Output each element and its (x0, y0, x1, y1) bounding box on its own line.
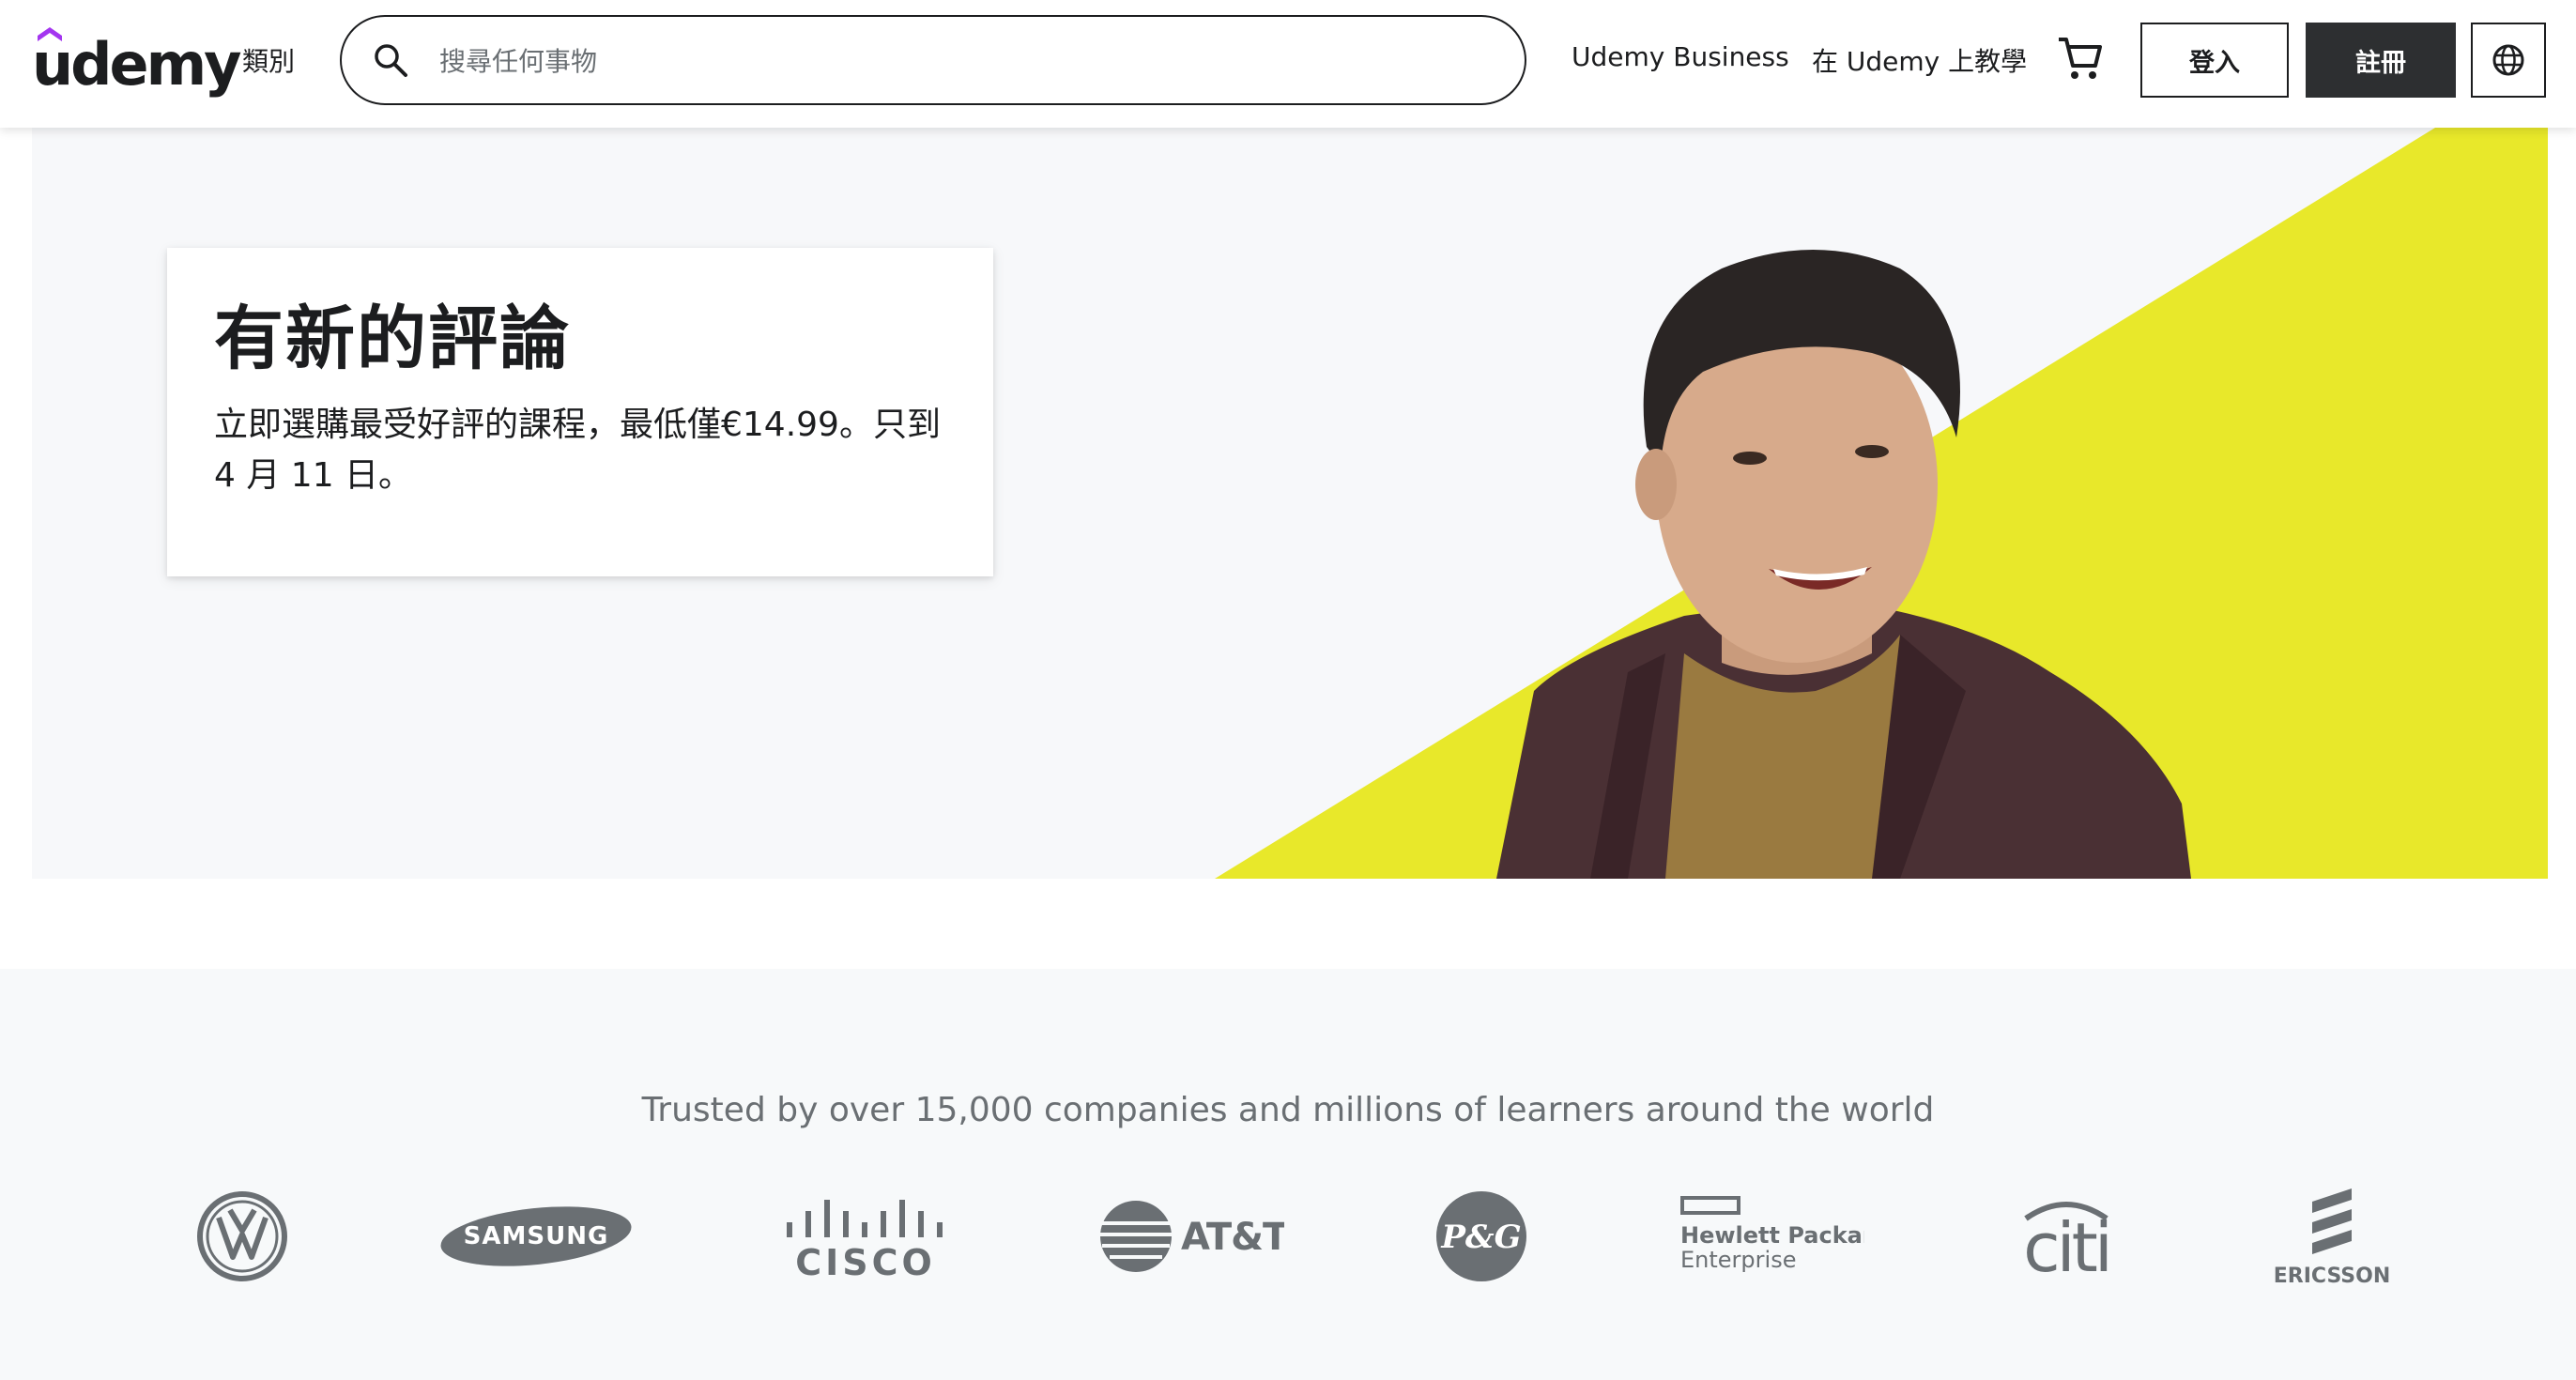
top-nav: udemy 類別 Udemy Business 在 Udemy 上教學 登入 註… (0, 0, 2576, 128)
att-logo: AT&T (1095, 1175, 1286, 1297)
volkswagen-logo (186, 1175, 299, 1297)
search-input[interactable] (439, 38, 1472, 84)
promo-text: 立即選購最受好評的課程，最低僅€14.99。只到 4 月 11 日。 (214, 406, 941, 495)
categories-menu[interactable]: 類別 (242, 41, 295, 79)
svg-text:citi: citi (2023, 1208, 2109, 1279)
udemy-logo[interactable]: udemy (32, 24, 242, 100)
signup-button[interactable]: 註冊 (2306, 23, 2456, 98)
udemy-business-link[interactable]: Udemy Business (1572, 41, 1789, 72)
cisco-logo: CISCO (779, 1175, 952, 1297)
pg-logo: P&G (1433, 1175, 1530, 1297)
trusted-title: Trusted by over 15,000 companies and mil… (641, 1091, 1935, 1129)
login-button[interactable]: 登入 (2140, 23, 2289, 98)
svg-text:SAMSUNG: SAMSUNG (464, 1222, 609, 1250)
ericsson-logo: ERICSSON (2266, 1175, 2398, 1297)
citi-logo: citi (2005, 1175, 2127, 1297)
globe-icon (2492, 44, 2524, 76)
trusted-companies-section: Trusted by over 15,000 companies and mil… (0, 969, 2576, 1380)
samsung-logo: SAMSUNG (436, 1175, 636, 1297)
hero-banner: 有新的評論 立即選購最受好評的課程，最低僅€14.99。只到 4 月 11 日。 (32, 128, 2548, 879)
svg-text:Enterprise: Enterprise (1680, 1247, 1796, 1273)
promo-title: 有新的評論 (214, 299, 571, 379)
search-icon[interactable] (372, 41, 409, 79)
svg-text:Hewlett Packard: Hewlett Packard (1680, 1222, 1864, 1249)
svg-text:AT&T: AT&T (1181, 1216, 1284, 1259)
svg-text:P&G: P&G (1440, 1219, 1521, 1256)
hpe-logo: Hewlett Packard Enterprise (1675, 1175, 1866, 1297)
svg-text:ERICSSON: ERICSSON (2274, 1265, 2391, 1288)
cart-icon[interactable] (2056, 34, 2103, 83)
language-button[interactable] (2471, 23, 2546, 98)
logo-wordmark: udemy (32, 30, 242, 99)
teach-on-udemy-link[interactable]: 在 Udemy 上教學 (1812, 41, 2027, 79)
promo-card: 有新的評論 立即選購最受好評的課程，最低僅€14.99。只到 4 月 11 日。 (167, 248, 993, 576)
svg-text:CISCO: CISCO (795, 1242, 936, 1279)
search-bar[interactable] (340, 15, 1526, 105)
